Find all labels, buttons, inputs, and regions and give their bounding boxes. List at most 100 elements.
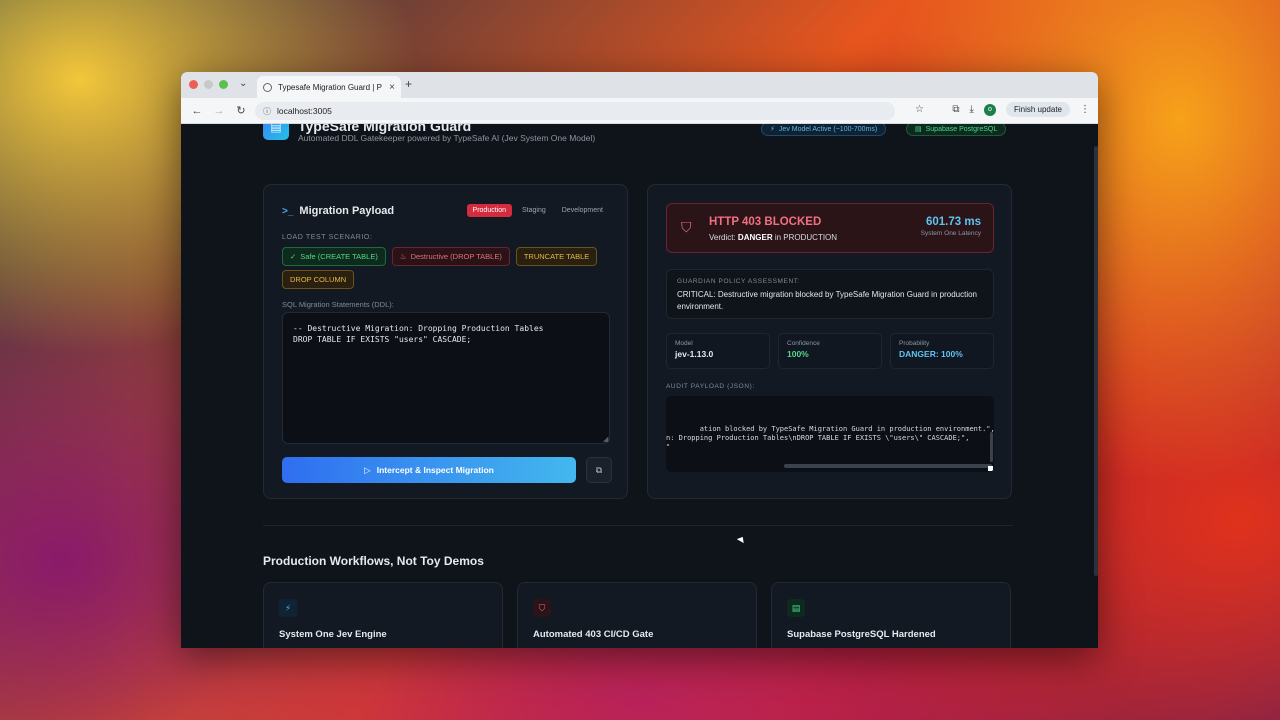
- page-content: ▤ TypeSafe Migration Guard Automated DDL…: [181, 124, 1098, 648]
- ddl-textarea[interactable]: -- Destructive Migration: Dropping Produ…: [282, 312, 610, 444]
- intercept-button-label: Intercept & Inspect Migration: [376, 465, 494, 475]
- jev-status-badge: ⚡ Jev Model Active (~100-700ms): [761, 124, 887, 136]
- probability-value: DANGER: 100%: [899, 349, 963, 359]
- database-icon: ▤: [915, 126, 922, 133]
- model-value: jev-1.13.0: [675, 349, 714, 359]
- verdict-value: DANGER: [737, 233, 773, 242]
- model-label: Model: [675, 340, 693, 347]
- scenario-label: LOAD TEST SCENARIO:: [282, 234, 373, 241]
- page-subtitle: Automated DDL Gatekeeper powered by Type…: [298, 133, 596, 143]
- destructive-scenario-label: Destructive (DROP TABLE): [410, 252, 502, 261]
- latency-label: System One Latency: [920, 230, 981, 237]
- copy-button[interactable]: ⧉: [586, 457, 612, 483]
- browser-tab[interactable]: Typesafe Migration Guard | P ×: [257, 76, 401, 98]
- probability-stat: Probability DANGER: 100%: [890, 333, 994, 369]
- drop-column-scenario-button[interactable]: DROP COLUMN: [282, 270, 355, 289]
- confidence-value: 100%: [787, 349, 809, 359]
- payload-title-text: Migration Payload: [299, 205, 395, 217]
- model-stat: Model jev-1.13.0: [666, 333, 770, 369]
- profile-avatar[interactable]: o: [983, 103, 996, 116]
- bolt-icon: ⚡: [770, 126, 775, 133]
- supabase-status-badge: ▤ Supabase PostgreSQL: [906, 124, 1007, 136]
- tab-staging[interactable]: Staging: [516, 204, 552, 217]
- tab-strip: ⌄ Typesafe Migration Guard | P × +: [181, 72, 1098, 98]
- audit-vertical-scrollbar[interactable]: [990, 432, 993, 462]
- tab-close-icon[interactable]: ×: [389, 82, 395, 93]
- address-bar[interactable]: ⓘ localhost:3005: [255, 102, 895, 120]
- download-icon[interactable]: ⤓: [970, 104, 974, 115]
- close-window-button[interactable]: [189, 80, 198, 89]
- migration-payload-panel: >_ Migration Payload Production Staging …: [263, 184, 628, 499]
- workflows-title: Production Workflows, Not Toy Demos: [263, 554, 484, 568]
- ddl-label: SQL Migration Statements (DDL):: [282, 300, 394, 309]
- destructive-scenario-button[interactable]: ♨ Destructive (DROP TABLE): [391, 247, 510, 266]
- tab-production[interactable]: Production: [466, 204, 512, 217]
- minimize-window-button[interactable]: [204, 80, 213, 89]
- policy-assessment-box: GUARDIAN POLICY ASSESSMENT: CRITICAL: De…: [666, 269, 994, 319]
- bookmark-star-icon[interactable]: ☆: [915, 104, 924, 115]
- feature-card-jev: ⚡ System One Jev Engine: [263, 582, 503, 648]
- toolbar-actions: ⧉ ⤓ o Finish update ⋮: [952, 102, 1090, 117]
- feature-card-gate: ⛉ Automated 403 CI/CD Gate: [517, 582, 757, 648]
- confidence-stat: Confidence 100%: [778, 333, 882, 369]
- audit-horizontal-scrollbar[interactable]: [784, 464, 992, 468]
- browser-window: ⌄ Typesafe Migration Guard | P × + ← → ↻…: [181, 72, 1098, 648]
- copy-icon: ⧉: [595, 464, 603, 475]
- blocked-status-box: ⛉ HTTP 403 BLOCKED Verdict: DANGER in PR…: [666, 203, 994, 253]
- bolt-icon: ⚡: [279, 599, 297, 617]
- audit-payload-box[interactable]: ation blocked by TypeSafe Migration Guar…: [666, 396, 994, 472]
- window-controls: [189, 80, 228, 89]
- truncate-scenario-button[interactable]: TRUNCATE TABLE: [515, 247, 598, 266]
- check-circle-icon: ✓: [290, 252, 297, 261]
- feature-title: System One Jev Engine: [279, 629, 387, 640]
- finish-update-button[interactable]: Finish update: [1005, 102, 1070, 117]
- scenario-row-2: DROP COLUMN: [282, 270, 355, 289]
- assessment-text: CRITICAL: Destructive migration blocked …: [677, 290, 977, 311]
- safe-scenario-button[interactable]: ✓ Safe (CREATE TABLE): [282, 247, 386, 266]
- tab-title: Typesafe Migration Guard | P: [278, 82, 382, 92]
- feature-title: Automated 403 CI/CD Gate: [533, 629, 654, 640]
- page-scrollbar[interactable]: [1094, 146, 1098, 576]
- latency-value: 601.73 ms: [926, 216, 981, 228]
- probability-label: Probability: [899, 340, 930, 347]
- feature-card-supabase: ▤ Supabase PostgreSQL Hardened: [771, 582, 1011, 648]
- resize-grip-icon[interactable]: ◢: [603, 435, 608, 443]
- verdict-prefix: Verdict:: [709, 233, 736, 242]
- site-info-icon[interactable]: ⓘ: [263, 106, 271, 117]
- terminal-icon: >_: [282, 205, 294, 217]
- payload-title: >_ Migration Payload: [282, 205, 394, 217]
- new-tab-button[interactable]: +: [405, 77, 412, 91]
- browser-toolbar: ← → ↻ ⓘ localhost:3005 ☆ ⧉ ⤓ o Finish up…: [181, 98, 1098, 124]
- assessment-label: GUARDIAN POLICY ASSESSMENT:: [677, 278, 800, 285]
- database-logo-icon: ▤: [263, 124, 289, 140]
- audit-scroll-corner: [988, 466, 993, 471]
- verdict-line: Verdict: DANGER in PRODUCTION: [709, 233, 837, 242]
- maximize-window-button[interactable]: [219, 80, 228, 89]
- intercept-button[interactable]: ▷ Intercept & Inspect Migration: [282, 457, 576, 483]
- globe-icon: [263, 82, 272, 92]
- environment-tabs: Production Staging Development: [466, 204, 609, 217]
- latency-block: 601.73 ms System One Latency: [921, 216, 981, 237]
- forward-arrow-icon[interactable]: →: [211, 105, 227, 117]
- flame-icon: ♨: [399, 252, 407, 261]
- status-title: HTTP 403 BLOCKED: [709, 216, 822, 228]
- shield-alert-icon: ⛉: [681, 219, 692, 235]
- jev-status-text: Jev Model Active (~100-700ms): [778, 125, 878, 133]
- verdict-suffix: in PRODUCTION: [774, 233, 838, 242]
- extensions-icon[interactable]: ⧉: [952, 104, 959, 115]
- scenario-row-1: ✓ Safe (CREATE TABLE) ♨ Destructive (DRO…: [282, 247, 598, 266]
- back-arrow-icon[interactable]: ←: [189, 105, 205, 117]
- tab-list-chevron-icon[interactable]: ⌄: [239, 78, 247, 89]
- url-text: localhost:3005: [277, 106, 332, 116]
- safe-scenario-label: Safe (CREATE TABLE): [300, 252, 378, 261]
- more-menu-icon[interactable]: ⋮: [1080, 104, 1090, 115]
- tab-development[interactable]: Development: [556, 204, 609, 217]
- section-divider: [263, 525, 1013, 526]
- reload-icon[interactable]: ↻: [233, 104, 249, 117]
- audit-label: AUDIT PAYLOAD (JSON):: [666, 383, 755, 390]
- shield-icon: ⛉: [533, 599, 551, 617]
- supabase-status-text: Supabase PostgreSQL: [925, 125, 998, 133]
- inspection-result-panel: ⛉ HTTP 403 BLOCKED Verdict: DANGER in PR…: [647, 184, 1012, 499]
- play-icon: ▷: [364, 464, 371, 475]
- confidence-label: Confidence: [787, 340, 820, 347]
